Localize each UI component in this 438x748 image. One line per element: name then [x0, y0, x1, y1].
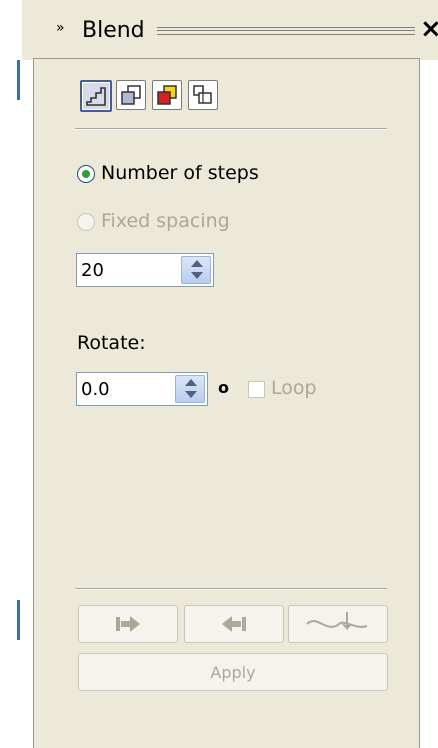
actions-separator: [75, 588, 387, 590]
collapse-icon[interactable]: »: [56, 20, 64, 36]
spin-down-icon: [191, 272, 203, 279]
titlebar-grip[interactable]: [157, 27, 415, 35]
rotate-label: Rotate:: [77, 332, 146, 354]
rotate-value[interactable]: 0.0: [81, 379, 110, 400]
blend-mode-steps-button[interactable]: [80, 80, 112, 112]
background-app-edge: [0, 0, 22, 747]
rotate-spin-arrows[interactable]: [175, 375, 205, 403]
edge-marker: [17, 600, 20, 640]
spin-down-icon: [185, 391, 197, 398]
docker-title: Blend: [82, 18, 145, 43]
apply-button[interactable]: Apply: [78, 653, 388, 691]
loop-checkbox[interactable]: [248, 381, 265, 398]
steps-value[interactable]: 20: [81, 260, 104, 281]
start-object-button[interactable]: [78, 605, 178, 643]
blend-steps-icon: [86, 87, 106, 106]
fixed-spacing-radio[interactable]: [77, 213, 95, 231]
loop-label: Loop: [271, 377, 317, 399]
blend-color-icon: [157, 85, 177, 105]
degree-unit: o: [218, 378, 229, 397]
steps-spin-arrows[interactable]: [181, 256, 211, 284]
start-object-icon: [116, 616, 140, 632]
end-object-icon: [222, 616, 246, 632]
docker-titlebar[interactable]: » Blend ×: [22, 0, 438, 60]
number-of-steps-label: Number of steps: [101, 162, 259, 184]
close-icon[interactable]: ×: [420, 14, 438, 44]
spin-up-icon: [185, 379, 197, 386]
blend-overlap-icon: [121, 85, 141, 105]
blend-mode-overlap-button[interactable]: [116, 80, 146, 110]
number-of-steps-radio[interactable]: [77, 165, 95, 183]
blend-mode-misc-button[interactable]: [188, 80, 218, 110]
spin-up-icon: [191, 260, 203, 267]
rotate-spinbox[interactable]: 0.0: [76, 372, 208, 406]
blend-mode-color-button[interactable]: [152, 80, 182, 110]
steps-spinbox[interactable]: 20: [76, 253, 214, 287]
edge-marker: [17, 60, 20, 100]
blend-misc-icon: [193, 85, 212, 104]
blend-path-button[interactable]: [288, 605, 388, 643]
fixed-spacing-label: Fixed spacing: [101, 210, 230, 232]
path-icon: [306, 612, 368, 631]
mode-separator: [75, 128, 387, 130]
end-object-button[interactable]: [184, 605, 284, 643]
